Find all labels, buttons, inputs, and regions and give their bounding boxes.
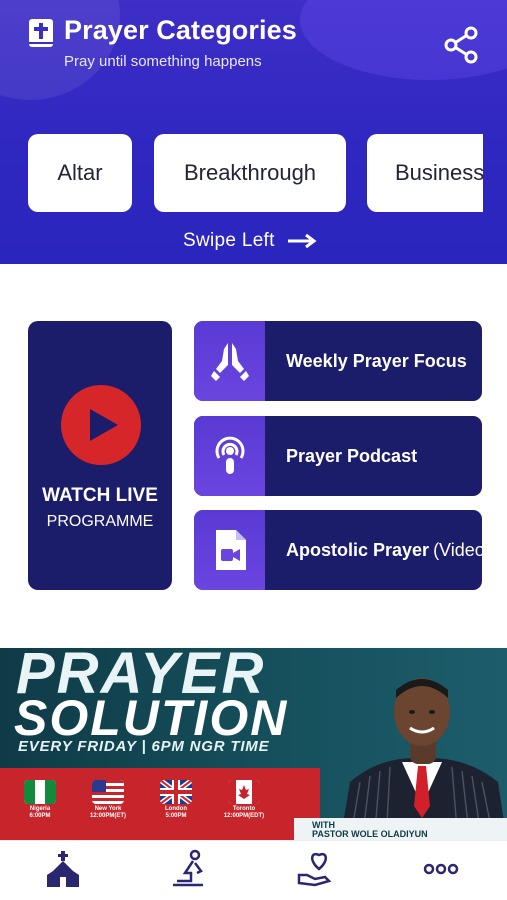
header: Prayer Categories Pray until something h… (0, 0, 507, 264)
nigeria-flag-icon (24, 780, 56, 804)
praying-hands-icon (210, 343, 249, 381)
nav-item-support[interactable] (252, 841, 378, 900)
kneeling-prayer-icon (173, 849, 203, 887)
page-title: Prayer Categories (64, 15, 297, 45)
arrow-right-icon (287, 233, 317, 249)
nav-item-home[interactable] (0, 841, 126, 900)
banner-schedule: EVERY FRIDAY | 6PM NGR TIME (18, 738, 270, 755)
apostolic-prayer-video-button[interactable]: Apostolic Prayer(Video) (194, 510, 482, 590)
category-chip-breakthrough[interactable]: Breakthrough (154, 134, 346, 212)
watch-live-subtitle: PROGRAMME (46, 513, 154, 530)
share-icon[interactable] (440, 24, 482, 66)
prayer-podcast-label: Prayer Podcast (286, 445, 418, 466)
heart-hand-icon (297, 852, 332, 887)
swipe-hint-label: Swipe Left (183, 230, 275, 251)
nav-item-prayer-walk[interactable] (126, 841, 252, 900)
weekly-prayer-focus-button[interactable]: Weekly Prayer Focus (194, 321, 482, 401)
category-carousel[interactable]: Altar Breakthrough Business (28, 134, 483, 212)
bible-icon (29, 19, 53, 47)
watch-live-card[interactable]: WATCH LIVE PROGRAMME (28, 321, 172, 590)
church-icon (47, 851, 79, 887)
apostolic-prayer-label: Apostolic Prayer(Video) (286, 539, 482, 560)
uk-flag-icon (160, 780, 192, 804)
canada-flag-icon (228, 780, 260, 804)
banner-pastor-name: PASTOR WOLE OLADIYUN (312, 829, 428, 839)
more-icon (423, 863, 459, 875)
prayer-podcast-button[interactable]: Prayer Podcast (194, 416, 482, 496)
category-chip-altar[interactable]: Altar (28, 134, 132, 212)
podcast-icon (215, 436, 244, 474)
usa-flag-icon (92, 780, 124, 804)
page-subtitle: Pray until something happens (64, 53, 262, 70)
nav-item-more[interactable] (378, 841, 504, 900)
video-file-icon (215, 530, 246, 570)
prayer-solution-banner[interactable]: PRAYER SOLUTION EVERY FRIDAY | 6PM NGR T… (0, 648, 507, 840)
weekly-prayer-focus-label: Weekly Prayer Focus (286, 350, 467, 371)
bottom-navigation (0, 840, 507, 900)
prayer-categories-screen: Prayer Categories Pray until something h… (0, 0, 507, 900)
pastor-portrait (340, 678, 507, 840)
watch-live-title: WATCH LIVE (42, 485, 158, 506)
swipe-hint: Swipe Left (183, 230, 317, 252)
category-chip-business[interactable]: Business (367, 134, 483, 212)
play-icon (61, 385, 141, 465)
